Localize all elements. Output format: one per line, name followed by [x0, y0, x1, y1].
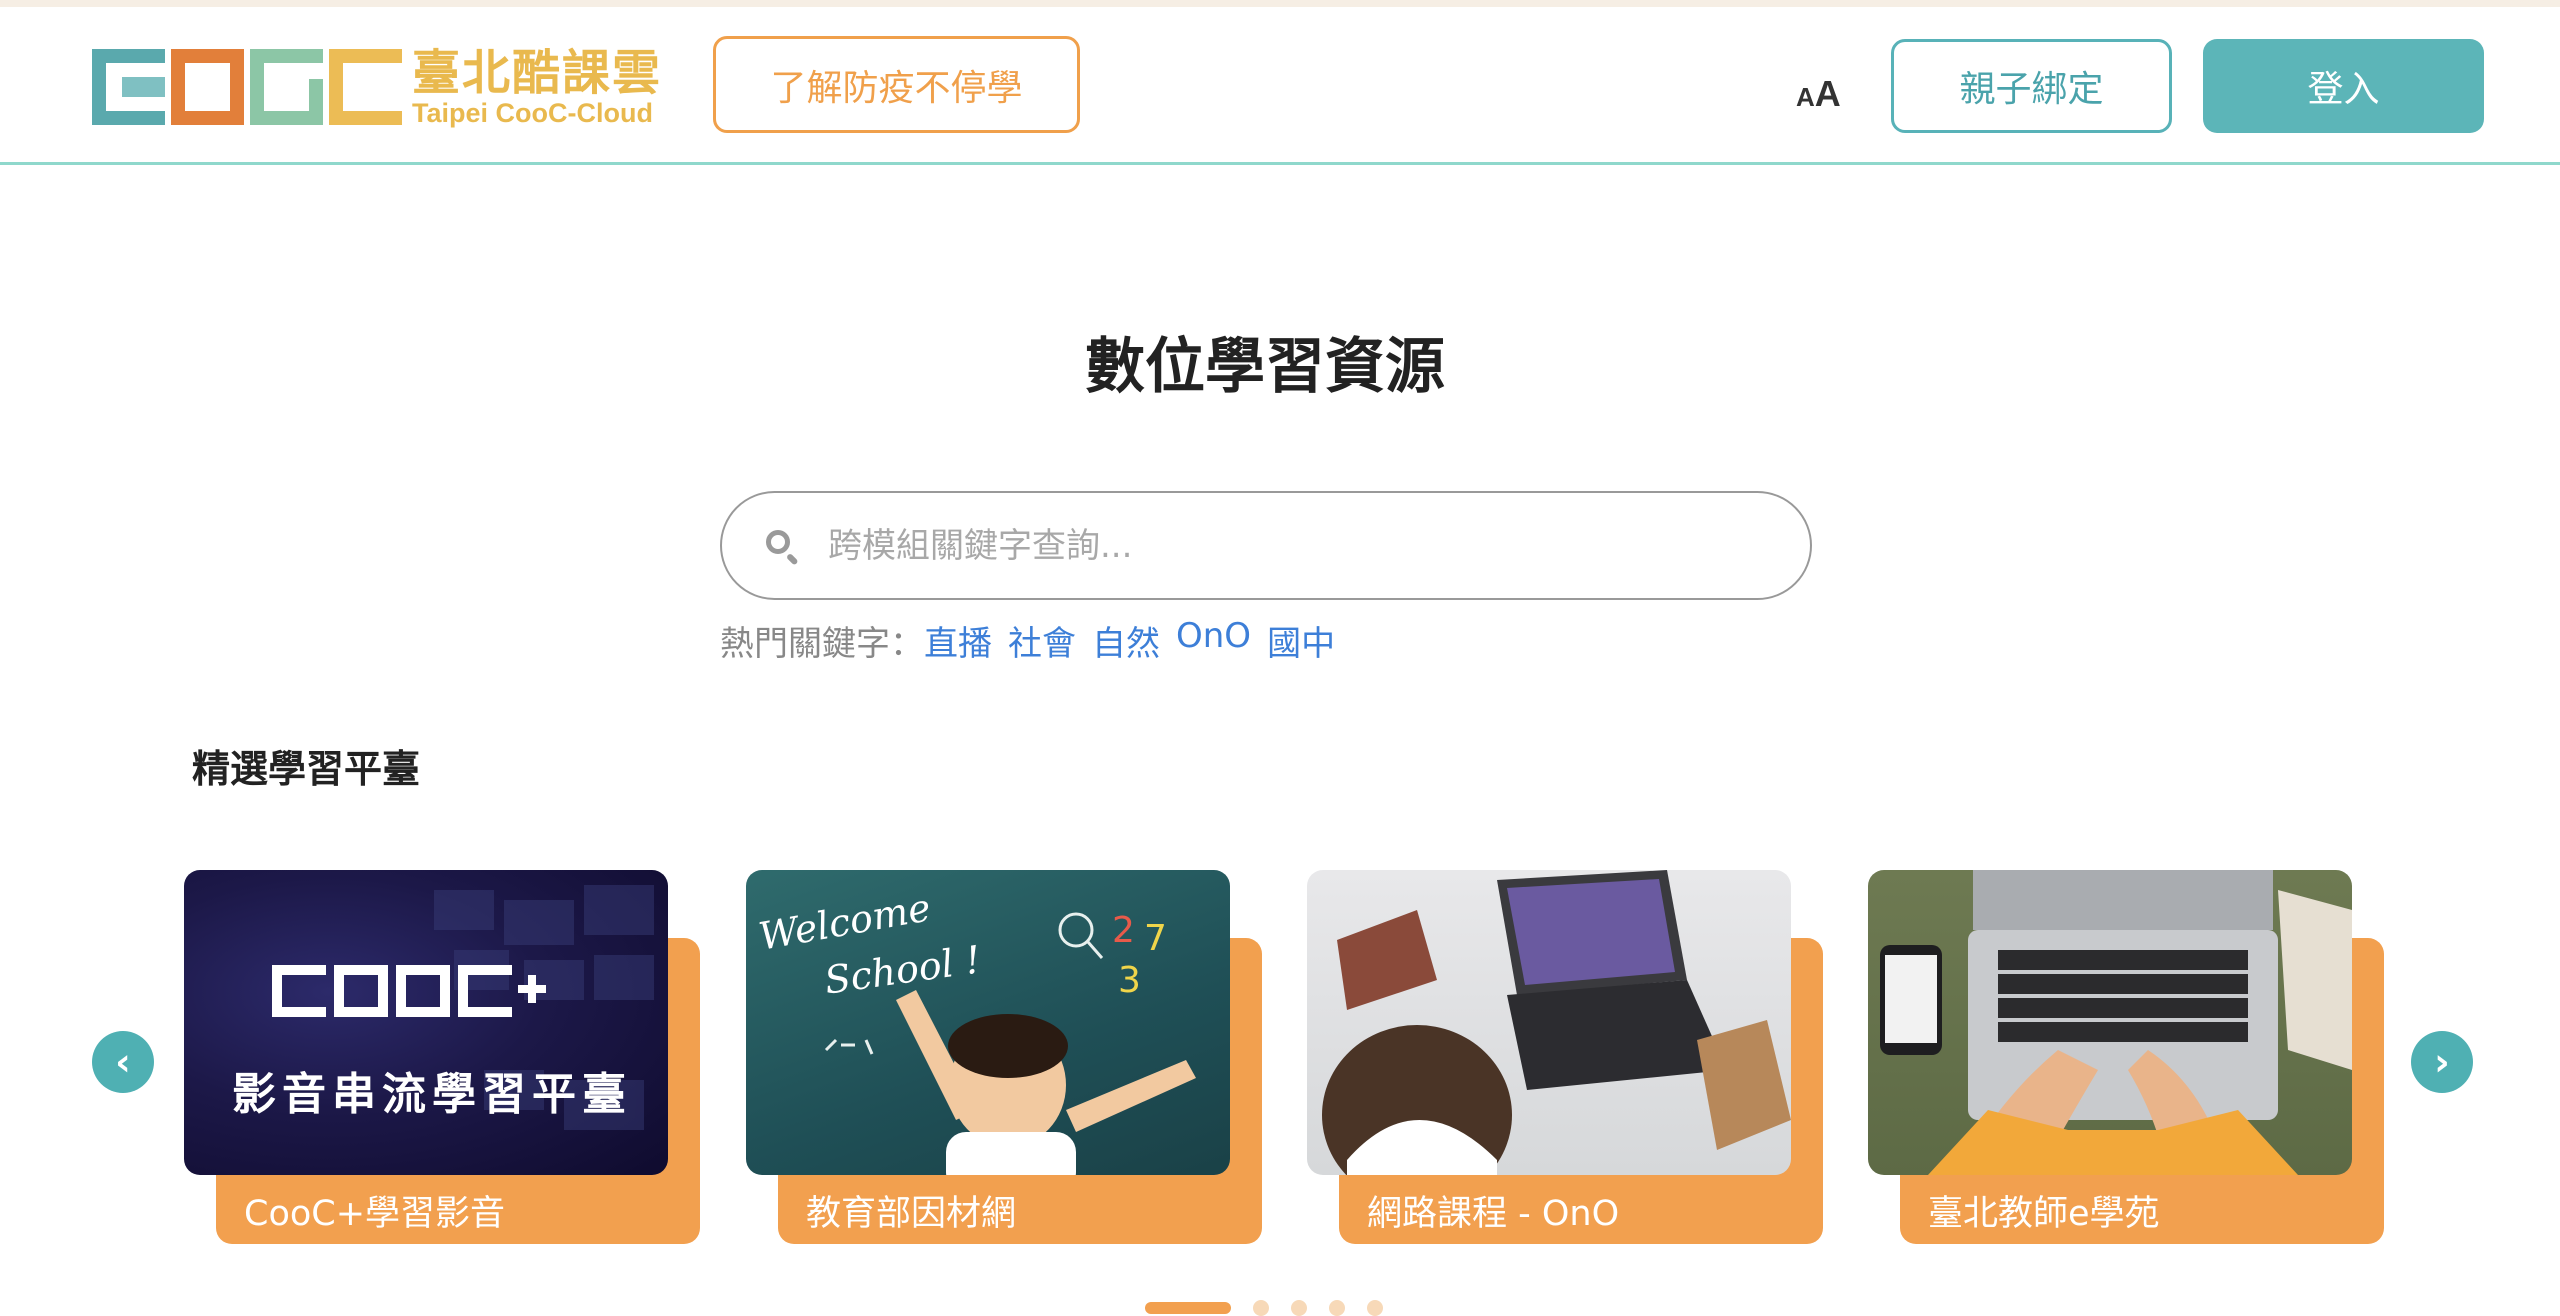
platform-card-label: CooC+學習影音 [244, 1194, 506, 1234]
carousel-dot[interactable] [1367, 1300, 1383, 1316]
carousel-pagination [1145, 1300, 1383, 1316]
cooc-plus-banner-image: 影音串流學習平臺 [184, 870, 668, 1175]
svg-text:2: 2 [1112, 910, 1135, 951]
platform-card-label: 臺北教師e學苑 [1928, 1194, 2160, 1234]
search-input[interactable] [828, 525, 1778, 566]
platform-card-adl[interactable]: Welcome School ! 2 7 3 教育部因材網 [746, 870, 1262, 1244]
chalkboard-student-image: Welcome School ! 2 7 3 [746, 870, 1230, 1175]
hot-keywords-label: 熱門關鍵字： [720, 624, 924, 664]
search-icon[interactable] [764, 528, 800, 566]
hot-keywords: 熱門關鍵字： 直播 社會 自然 OnO 國中 [720, 616, 1335, 665]
font-size-toggle[interactable]: AA [1796, 73, 1841, 115]
search-box[interactable] [720, 491, 1812, 600]
hot-keyword-link[interactable]: 自然 [1092, 616, 1160, 665]
font-size-large-label: A [1814, 73, 1841, 114]
site-logo[interactable]: 臺北酷課雲 Taipei CooC-Cloud [92, 45, 672, 129]
platform-card-cooc[interactable]: 影音串流學習平臺 CooC+學習影音 [184, 870, 700, 1244]
featured-carousel: 影音串流學習平臺 CooC+學習影音 Welcome School ! 2 7 … [0, 870, 2560, 1250]
parent-bind-button[interactable]: 親子綁定 [1891, 39, 2172, 133]
platform-card-teacher-eacademy[interactable]: 臺北教師e學苑 [1868, 870, 2384, 1244]
platform-card-label: 教育部因材網 [806, 1194, 1017, 1234]
child-laptop-image [1307, 870, 1791, 1175]
hot-keyword-link[interactable]: 國中 [1267, 616, 1335, 665]
logo-mark [92, 49, 402, 125]
platform-card-ono[interactable]: 網路課程 - OnO [1307, 870, 1823, 1244]
carousel-dot[interactable] [1253, 1300, 1269, 1316]
hot-keyword-link[interactable]: 直播 [924, 616, 992, 665]
logo-english-name: Taipei CooC-Cloud [412, 98, 653, 128]
hot-keyword-link[interactable]: 社會 [1008, 616, 1076, 665]
svg-text:3: 3 [1118, 960, 1141, 1001]
login-button[interactable]: 登入 [2203, 39, 2484, 133]
hot-keyword-link[interactable]: OnO [1176, 616, 1251, 665]
svg-text:7: 7 [1144, 918, 1167, 959]
featured-section-title: 精選學習平臺 [192, 747, 421, 791]
site-header: 臺北酷課雲 Taipei CooC-Cloud 了解防疫不停學 AA 親子綁定 … [0, 7, 2560, 165]
font-size-small-label: A [1796, 82, 1815, 112]
typing-laptop-image [1868, 870, 2352, 1175]
top-accent-line [0, 0, 2560, 7]
carousel-dot[interactable] [1291, 1300, 1307, 1316]
learn-pandemic-button[interactable]: 了解防疫不停學 [713, 36, 1080, 133]
page-title: 數位學習資源 [1085, 332, 1445, 402]
cooc-banner-caption: 影音串流學習平臺 [232, 1069, 632, 1120]
carousel-dot-active[interactable] [1145, 1302, 1231, 1314]
logo-chinese-name: 臺北酷課雲 [412, 45, 663, 101]
platform-card-label: 網路課程 - OnO [1367, 1194, 1620, 1234]
carousel-dot[interactable] [1329, 1300, 1345, 1316]
